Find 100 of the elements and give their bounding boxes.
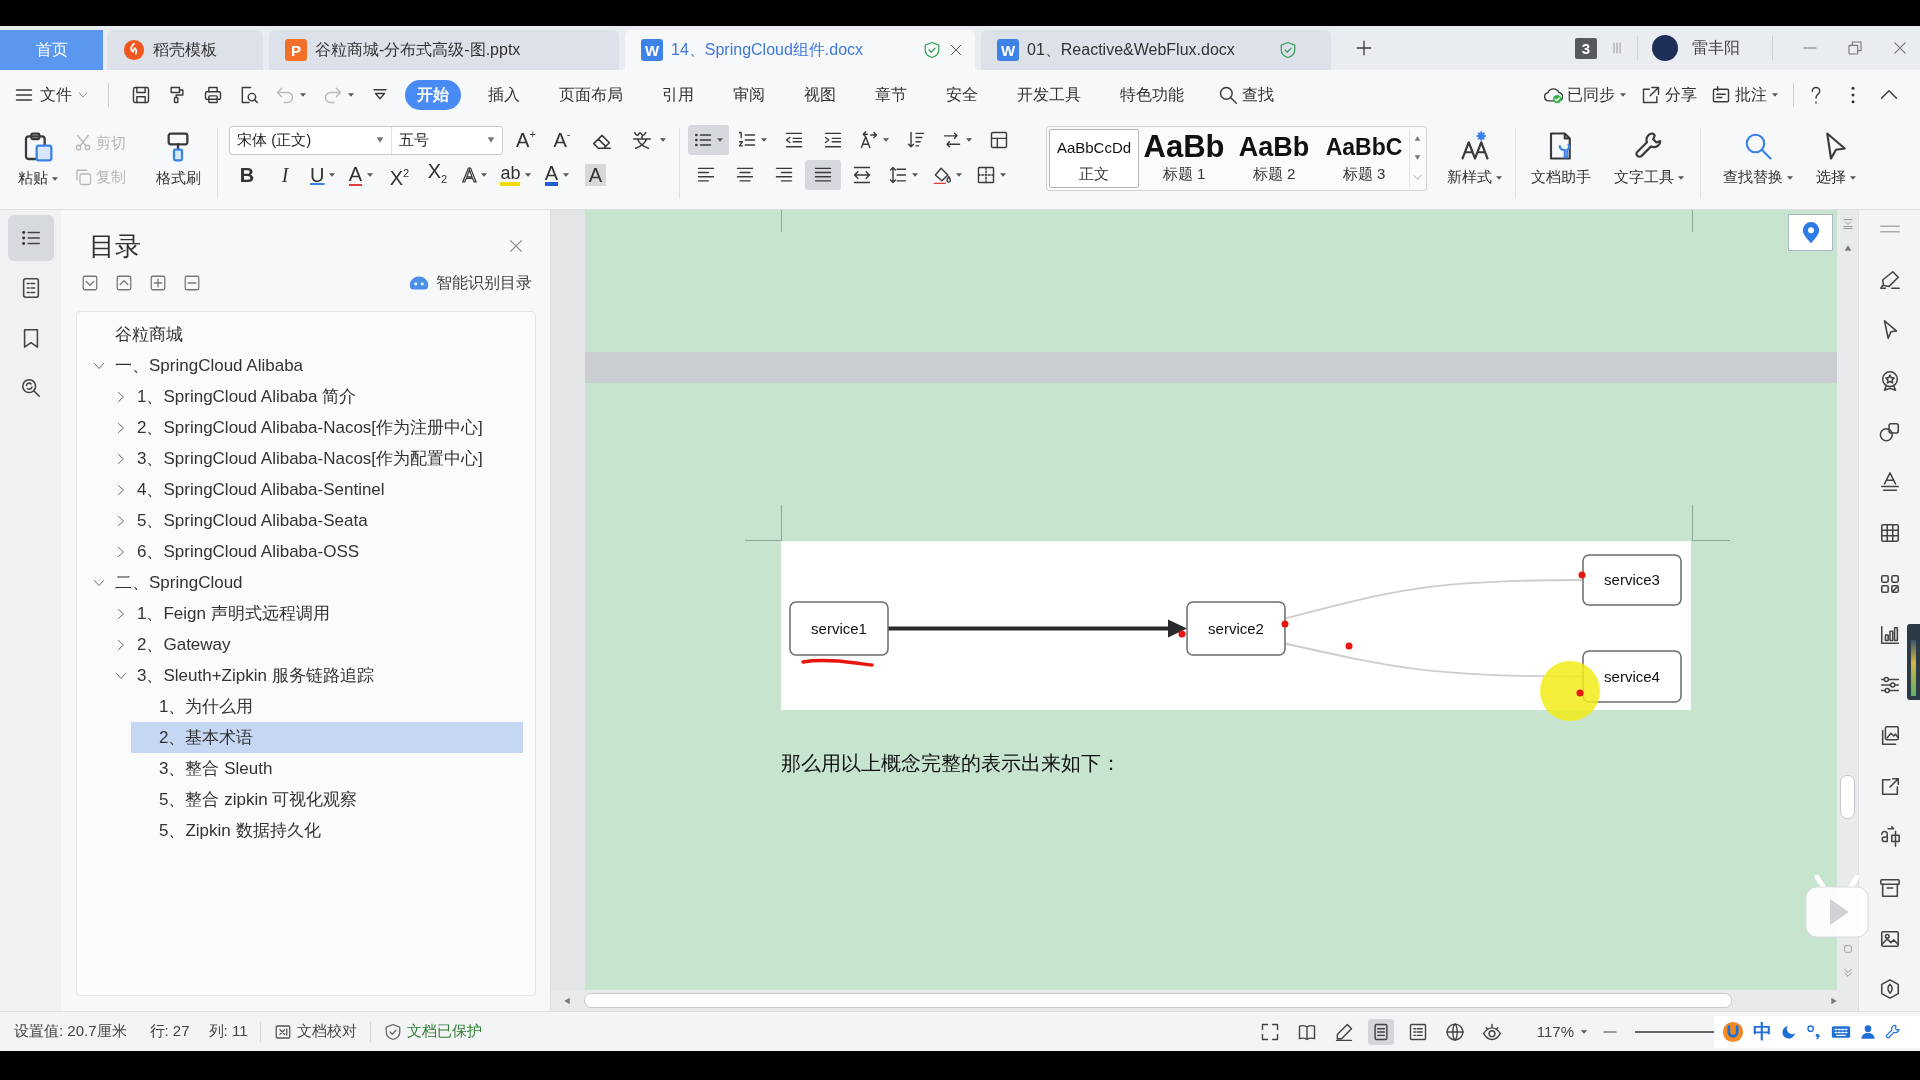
input-mode-toggle[interactable]: 中 xyxy=(1753,1018,1772,1045)
chevron-icon[interactable] xyxy=(115,607,127,620)
vertical-scrollbar[interactable] xyxy=(1837,210,1858,990)
location-button[interactable] xyxy=(1788,214,1833,251)
comment-button[interactable]: 批注 xyxy=(1711,84,1779,106)
style-option[interactable]: AaBbC 标题 3 xyxy=(1319,129,1409,188)
document-tab[interactable]: P 谷粒商城-分布式高级-图.pptx xyxy=(269,30,619,70)
close-icon[interactable] xyxy=(1892,40,1908,56)
outline-item[interactable]: 一、SpringCloud Alibaba xyxy=(87,350,523,381)
outline-item[interactable]: 1、SpringCloud Alibaba 简介 xyxy=(109,381,523,412)
outline-item[interactable]: 谷粒商城 xyxy=(87,319,523,350)
doc-assistant-button[interactable]: 文档助手 xyxy=(1526,120,1596,209)
outline-item[interactable]: 5、整合 zipkin 可视化观察 xyxy=(131,784,523,815)
smart-toc-button[interactable]: 智能识别目录 xyxy=(408,272,532,294)
table-icon[interactable] xyxy=(1878,522,1901,545)
close-icon[interactable] xyxy=(949,43,963,57)
scrollbar-thumb[interactable] xyxy=(584,993,1732,1008)
find-replace-button[interactable]: 查找替换 xyxy=(1717,120,1799,209)
ribbon-tab[interactable]: 审阅 xyxy=(721,80,777,110)
document-tab[interactable]: W 01、Reactive&WebFlux.docx xyxy=(981,30,1331,70)
sync-button[interactable]: 已同步 xyxy=(1543,84,1627,106)
style-option[interactable]: AaBbCcDd 正文 xyxy=(1049,129,1139,188)
bullet-list-button[interactable] xyxy=(688,125,729,155)
outline-item[interactable]: 3、整合 Sleuth xyxy=(131,753,523,784)
print-preview-icon[interactable] xyxy=(239,85,259,105)
punctuation-icon[interactable] xyxy=(1806,1023,1822,1040)
save-icon[interactable] xyxy=(131,85,151,105)
window-count-badge[interactable]: 3 xyxy=(1574,37,1597,59)
grid-icon[interactable] xyxy=(1878,572,1901,595)
collapse-all-icon[interactable] xyxy=(115,274,133,292)
highlighter-icon[interactable] xyxy=(1878,268,1901,291)
ribbon-tab[interactable]: 页面布局 xyxy=(547,80,635,110)
protection-button[interactable]: 文档已保护 xyxy=(384,1022,483,1041)
user-icon[interactable] xyxy=(1860,1023,1876,1040)
subscript-button[interactable]: X$_{2}$ xyxy=(419,160,456,190)
zoom-slider-track[interactable] xyxy=(1635,1030,1714,1033)
outline-item[interactable]: 3、Sleuth+Zipkin 服务链路追踪 xyxy=(109,660,523,691)
format-painter-button[interactable]: 格式刷 xyxy=(150,120,206,209)
ruler-toggle-icon[interactable] xyxy=(1841,218,1854,230)
share-button[interactable]: 分享 xyxy=(1641,84,1697,106)
proofread-button[interactable]: 文档校对 xyxy=(274,1022,358,1041)
outline-item[interactable]: 1、为什么用 xyxy=(131,691,523,722)
outline-item[interactable]: 2、基本术语 xyxy=(131,722,523,753)
outline-tab[interactable] xyxy=(7,215,54,261)
chevron-icon[interactable] xyxy=(115,421,127,434)
ribbon-tab[interactable]: 引用 xyxy=(650,80,706,110)
scroll-right-icon[interactable] xyxy=(1830,996,1838,1005)
chevron-icon[interactable] xyxy=(115,514,127,527)
zoom-level-dropdown[interactable]: 117% xyxy=(1536,1023,1574,1040)
new-tab-icon[interactable] xyxy=(1355,39,1373,57)
translate-icon[interactable] xyxy=(1878,826,1901,849)
paste-button[interactable]: 粘贴 xyxy=(12,120,64,209)
font-color-button[interactable]: A xyxy=(539,160,576,190)
search-button[interactable]: 查找 xyxy=(1218,84,1274,106)
moon-icon[interactable] xyxy=(1781,1023,1797,1040)
outline-item[interactable]: 5、Zipkin 数据持久化 xyxy=(131,815,523,846)
chevron-icon[interactable] xyxy=(115,545,127,558)
shapes-icon[interactable] xyxy=(1878,420,1901,443)
justify-button[interactable] xyxy=(805,160,841,190)
outline-item[interactable]: 3、SpringCloud Alibaba-Nacos[作为配置中心] xyxy=(109,443,523,474)
font-size-button[interactable]: A$^{-}$ xyxy=(545,125,579,155)
expand-all-icon[interactable] xyxy=(81,274,99,292)
horizontal-scrollbar[interactable] xyxy=(551,990,1858,1011)
bar-chart-icon[interactable] xyxy=(1878,623,1901,646)
file-menu[interactable]: 文件 xyxy=(14,84,88,106)
user-name[interactable]: 雷丰阳 xyxy=(1692,37,1740,59)
print-icon[interactable] xyxy=(203,85,223,105)
ribbon-tab[interactable]: 插入 xyxy=(476,80,532,110)
chevron-icon[interactable] xyxy=(115,638,127,651)
outline-item[interactable]: 2、SpringCloud Alibaba-Nacos[作为注册中心] xyxy=(109,412,523,443)
view-mode-button[interactable] xyxy=(1367,1018,1394,1045)
wrench-icon[interactable] xyxy=(1885,1023,1901,1040)
scroll-left-icon[interactable] xyxy=(563,996,571,1005)
template-tab[interactable]: 稻壳模板 xyxy=(107,30,263,70)
ribbon-tab[interactable]: 视图 xyxy=(792,80,848,110)
ime-logo-icon[interactable] xyxy=(1722,1020,1744,1043)
outline-item[interactable]: 4、SpringCloud Alibaba-Sentinel xyxy=(109,474,523,505)
remove-heading-icon[interactable] xyxy=(183,274,201,292)
character-shading-button[interactable]: A xyxy=(577,160,614,190)
scroll-up-icon[interactable] xyxy=(1413,135,1421,142)
outline-item[interactable]: 2、Gateway xyxy=(109,629,523,660)
outline-item[interactable]: 5、SpringCloud Alibaba-Seata xyxy=(109,505,523,536)
superscript-button[interactable]: X$^{2}$ xyxy=(381,160,418,190)
add-heading-icon[interactable] xyxy=(149,274,167,292)
chevron-icon[interactable] xyxy=(115,390,127,403)
ribbon-tab[interactable]: 安全 xyxy=(934,80,990,110)
bold-button[interactable]: B xyxy=(229,160,265,190)
chevron-icon[interactable] xyxy=(115,483,127,496)
underline-button[interactable]: U xyxy=(305,160,342,190)
style-option[interactable]: AaBb 标题 2 xyxy=(1229,129,1319,188)
paint-roller-icon[interactable] xyxy=(167,85,187,105)
close-icon[interactable] xyxy=(508,238,524,254)
text-effect-icon[interactable] xyxy=(1878,471,1901,494)
scrollbar-thumb[interactable] xyxy=(1840,775,1855,819)
text-effect-button[interactable]: A xyxy=(457,160,494,190)
hexagon-icon[interactable] xyxy=(1878,978,1901,1001)
font-size-button[interactable]: A$^{+}$ xyxy=(509,125,543,155)
outline-item[interactable]: 1、Feign 声明式远程调用 xyxy=(109,598,523,629)
select-button[interactable]: 选择 xyxy=(1811,120,1861,209)
ribbon-tab[interactable]: 章节 xyxy=(863,80,919,110)
